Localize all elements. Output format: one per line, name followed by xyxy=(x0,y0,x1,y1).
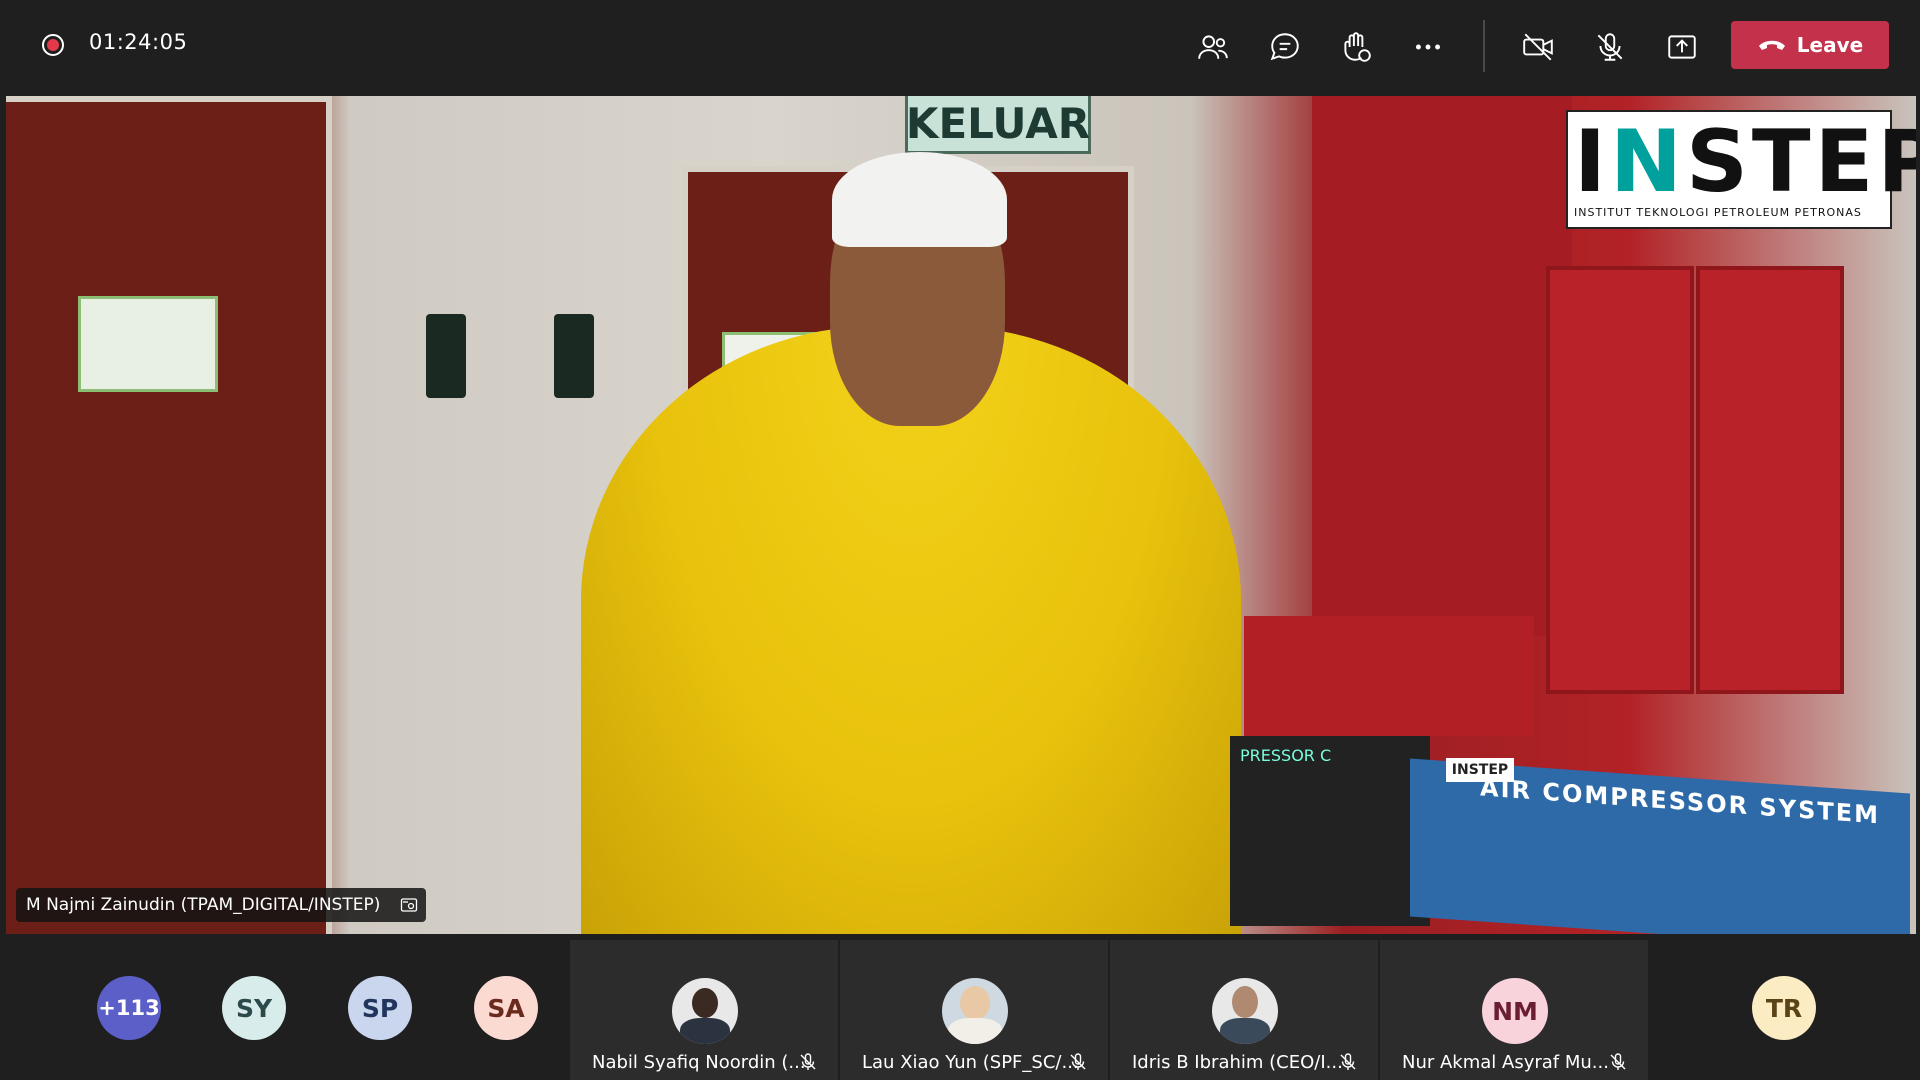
more-icon xyxy=(1415,44,1441,50)
door-notice xyxy=(78,296,218,392)
camera-off-icon xyxy=(1523,33,1553,61)
cabinet-door xyxy=(1696,266,1844,694)
exit-sign: KELUAR xyxy=(905,96,1091,154)
compressor-panel-left: PRESSOR C xyxy=(1230,736,1430,926)
participant-tile[interactable]: Idris B Ibrahim (CEO/I... xyxy=(1110,940,1378,1080)
mic-off-icon xyxy=(1070,1053,1086,1070)
share-button[interactable] xyxy=(1657,22,1707,72)
people-icon xyxy=(1198,35,1228,59)
participant-photo xyxy=(672,978,738,1044)
card-reader xyxy=(426,314,466,398)
participant-tile[interactable]: Nabil Syafiq Noordin (... xyxy=(570,940,838,1080)
key-cabinet xyxy=(1312,96,1572,636)
chat-button[interactable] xyxy=(1260,22,1310,72)
speaker-name-tag: M Najmi Zainudin (TPAM_DIGITAL/INSTEP) xyxy=(16,888,427,922)
toolbar-divider xyxy=(1483,20,1485,72)
overflow-participants-button[interactable]: +113 xyxy=(97,976,161,1040)
speaker-name: M Najmi Zainudin (TPAM_DIGITAL/INSTEP) xyxy=(26,895,381,915)
chat-icon xyxy=(1270,33,1299,61)
share-icon xyxy=(1668,35,1696,59)
participant-tile[interactable]: Lau Xiao Yun (SPF_SC/... xyxy=(840,940,1108,1080)
participant-strip: +113 SY SP SA Nabil Syafiq Noordin (... … xyxy=(0,938,1920,1080)
main-video: KELUAR INSTEP INSTITUT TEKNOLOGI PETROLE… xyxy=(6,96,1916,934)
instep-logo: INSTEP INSTITUT TEKNOLOGI PETROLEUM PETR… xyxy=(1566,110,1916,229)
raise-hand-button[interactable] xyxy=(1331,22,1381,72)
participant-name: Nur Akmal Asyraf Mu... xyxy=(1402,1052,1609,1073)
panel-badge: INSTEP xyxy=(1446,758,1514,782)
spotlight-icon xyxy=(401,898,418,912)
participant-avatar[interactable]: SY xyxy=(222,976,286,1040)
participant-photo xyxy=(942,978,1008,1044)
participant-avatar: NM xyxy=(1482,978,1548,1044)
participant-name: Idris B Ibrahim (CEO/I... xyxy=(1132,1052,1343,1073)
raise-hand-icon xyxy=(1344,32,1371,62)
camera-toggle-button[interactable] xyxy=(1513,22,1563,72)
mic-off-icon xyxy=(800,1053,816,1070)
meeting-toolbar: 01:24:05 Leave xyxy=(0,0,1920,94)
people-button[interactable] xyxy=(1188,22,1238,72)
air-compressor-panel: AIR COMPRESSOR SYSTEM xyxy=(1410,758,1910,934)
participant-tile[interactable]: NM Nur Akmal Asyraf Mu... xyxy=(1380,940,1648,1080)
participant-name: Nabil Syafiq Noordin (... xyxy=(592,1052,806,1073)
meeting-timer: 01:24:05 xyxy=(89,30,188,54)
leave-button[interactable]: Leave xyxy=(1731,21,1889,69)
participant-photo xyxy=(1212,978,1278,1044)
participant-avatar[interactable]: SP xyxy=(348,976,412,1040)
mic-toggle-button[interactable] xyxy=(1585,22,1635,72)
mic-off-icon xyxy=(1610,1053,1626,1070)
phone-icon xyxy=(1758,40,1785,50)
cabinet-shelf xyxy=(1244,616,1534,736)
mic-off-icon xyxy=(1597,33,1623,61)
recording-icon xyxy=(42,34,64,56)
door-left xyxy=(6,96,332,934)
participant-name: Lau Xiao Yun (SPF_SC/... xyxy=(862,1052,1079,1073)
mic-off-icon xyxy=(1340,1053,1356,1070)
cabinet-door xyxy=(1546,266,1694,694)
participant-avatar[interactable]: TR xyxy=(1752,976,1816,1040)
card-reader xyxy=(554,314,594,398)
participant-avatar[interactable]: SA xyxy=(474,976,538,1040)
leave-label: Leave xyxy=(1796,33,1864,57)
speaker-cap xyxy=(832,152,1007,247)
more-button[interactable] xyxy=(1403,22,1453,72)
